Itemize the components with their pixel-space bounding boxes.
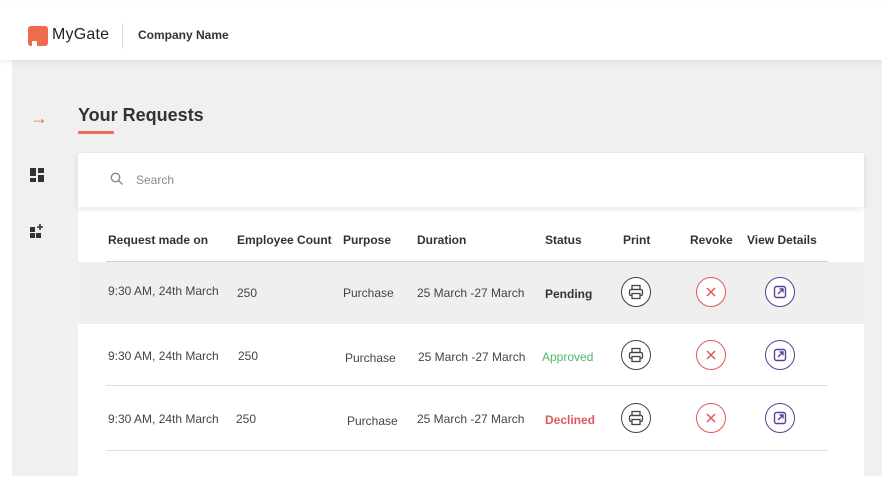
duration-cell: 25 March -27 March xyxy=(418,350,526,364)
arrow-right-icon[interactable]: → xyxy=(30,108,48,129)
column-header-revoke: Revoke xyxy=(690,233,733,247)
status-badge: Pending xyxy=(545,287,593,301)
status-badge: Approved xyxy=(542,350,594,364)
print-button[interactable] xyxy=(621,340,651,370)
duration-cell: 25 March -27 March xyxy=(417,412,525,426)
header-divider xyxy=(122,23,123,49)
employee-count-cell: 250 xyxy=(237,286,258,300)
status-badge: Declined xyxy=(545,413,596,427)
close-icon xyxy=(706,413,716,423)
dashboard-add-icon[interactable] xyxy=(30,224,44,243)
purpose-cell: Purchase xyxy=(347,414,398,428)
column-header-status: Status xyxy=(545,233,582,247)
request-made-on-cell: 9:30 AM, 24th March xyxy=(108,284,219,298)
print-button[interactable] xyxy=(621,403,651,433)
table-row[interactable]: 9:30 AM, 24th March 250 Purchase 25 Marc… xyxy=(78,389,864,451)
title-underline xyxy=(78,131,114,134)
table-row[interactable]: 9:30 AM, 24th March 250 Purchase 25 Marc… xyxy=(78,262,864,324)
column-header-print: Print xyxy=(623,233,651,247)
page-title: Your Requests xyxy=(78,105,204,125)
close-icon xyxy=(706,287,716,297)
main-area: → Your Requests Request made on Employee… xyxy=(12,60,882,476)
column-header-purpose: Purpose xyxy=(343,233,392,247)
duration-cell: 25 March -27 March xyxy=(417,286,525,300)
revoke-button[interactable] xyxy=(696,340,726,370)
column-header-request-made-on: Request made on xyxy=(108,233,209,247)
row-divider xyxy=(106,385,828,386)
logo-text: MyGate xyxy=(52,26,110,43)
column-header-duration: Duration xyxy=(417,233,467,247)
column-header-view-details: View Details xyxy=(747,233,817,247)
view-details-button[interactable] xyxy=(765,277,795,307)
external-link-icon xyxy=(773,411,787,425)
print-button[interactable] xyxy=(621,277,651,307)
employee-count-cell: 250 xyxy=(236,412,257,426)
table-row[interactable]: 9:30 AM, 24th March 250 Purchase 25 Marc… xyxy=(78,324,864,386)
close-icon xyxy=(706,350,716,360)
revoke-button[interactable] xyxy=(696,277,726,307)
view-details-button[interactable] xyxy=(765,340,795,370)
column-header-employee-count: Employee Count xyxy=(237,233,332,247)
purpose-cell: Purchase xyxy=(345,351,396,365)
request-made-on-cell: 9:30 AM, 24th March xyxy=(108,412,219,426)
printer-icon xyxy=(628,284,644,300)
search-bar xyxy=(78,153,864,207)
row-divider xyxy=(106,450,828,451)
printer-icon xyxy=(628,347,644,363)
purpose-cell: Purchase xyxy=(343,286,394,300)
mygate-logo-icon xyxy=(28,26,48,46)
printer-icon xyxy=(628,410,644,426)
revoke-button[interactable] xyxy=(696,403,726,433)
search-input[interactable] xyxy=(136,170,536,190)
search-icon xyxy=(110,172,124,191)
requests-card: Request made on Employee Count Purpose D… xyxy=(78,153,864,476)
company-name: Company Name xyxy=(138,28,229,42)
request-made-on-cell: 9:30 AM, 24th March xyxy=(108,349,219,363)
dashboard-icon[interactable] xyxy=(30,168,44,187)
external-link-icon xyxy=(773,348,787,362)
employee-count-cell: 250 xyxy=(238,349,259,363)
top-bar: MyGate Company Name xyxy=(0,6,882,60)
external-link-icon xyxy=(773,285,787,299)
view-details-button[interactable] xyxy=(765,403,795,433)
